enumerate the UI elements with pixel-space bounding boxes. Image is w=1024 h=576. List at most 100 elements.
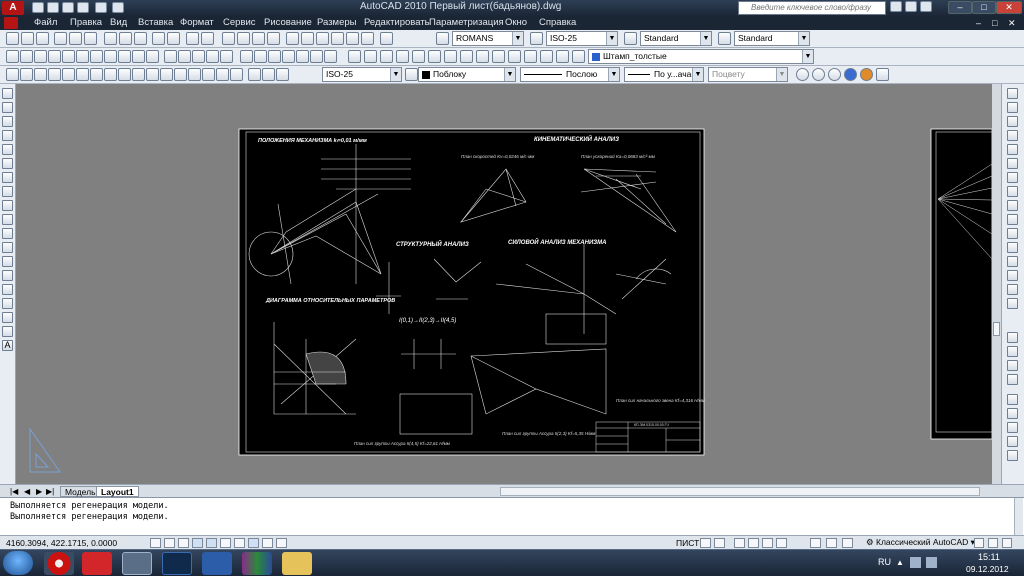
dim-style-icon[interactable] xyxy=(530,32,543,45)
block-icon[interactable] xyxy=(167,32,180,45)
layer-select[interactable]: Штамп_толстые ▼ xyxy=(588,49,814,64)
cut-icon[interactable] xyxy=(104,32,117,45)
lineweight-select[interactable]: По у...ачанию ▼ xyxy=(624,67,704,82)
autocad-task-icon[interactable] xyxy=(122,552,152,575)
dim-diameter-icon[interactable] xyxy=(90,68,103,81)
polygon-icon[interactable] xyxy=(34,50,47,63)
layer-props-icon[interactable] xyxy=(348,50,361,63)
polar-toggle-icon[interactable] xyxy=(192,538,203,548)
quick-view-drawings-icon[interactable] xyxy=(714,538,725,548)
hardware-accel-icon[interactable] xyxy=(988,538,998,548)
preview-icon[interactable] xyxy=(69,32,82,45)
table-icon[interactable] xyxy=(206,50,219,63)
visual-style-4-icon[interactable] xyxy=(844,68,857,81)
lwt-toggle-icon[interactable] xyxy=(262,538,273,548)
dim-aligned-icon[interactable] xyxy=(20,68,33,81)
steering-wheel-icon[interactable] xyxy=(762,538,773,548)
snap-toggle-icon[interactable] xyxy=(150,538,161,548)
v-xline-icon[interactable] xyxy=(2,102,13,113)
opera-icon[interactable] xyxy=(44,552,74,575)
r-snap-1-icon[interactable] xyxy=(1007,394,1018,405)
network-icon[interactable] xyxy=(910,557,921,568)
tab-nav-next-icon[interactable]: ▶ xyxy=(36,487,42,496)
v-hatch-icon[interactable] xyxy=(2,284,13,295)
markup-icon[interactable] xyxy=(346,32,359,45)
save-icon[interactable] xyxy=(36,32,49,45)
isolate-objects-icon[interactable] xyxy=(1002,538,1012,548)
r-break-icon[interactable] xyxy=(1007,242,1018,253)
visual-style-2-icon[interactable] xyxy=(812,68,825,81)
menu-item-format[interactable]: Формат xyxy=(180,17,214,28)
dim-style-select[interactable]: ISO-25 ▼ xyxy=(546,31,618,46)
line-icon[interactable] xyxy=(6,50,19,63)
polyline-icon[interactable] xyxy=(20,50,33,63)
vertical-scrollbar[interactable] xyxy=(992,84,1001,484)
dim-radius-icon[interactable] xyxy=(62,68,75,81)
v-block-icon[interactable] xyxy=(2,256,13,267)
r-snap-4-icon[interactable] xyxy=(1007,436,1018,447)
menu-item-view[interactable]: Вид xyxy=(110,17,127,28)
zoom-previous-icon[interactable] xyxy=(267,32,280,45)
layer-unlock-icon[interactable] xyxy=(572,50,585,63)
sheet-set-icon[interactable] xyxy=(331,32,344,45)
clock-time[interactable]: 15:11 xyxy=(978,552,1000,562)
redo-icon[interactable] xyxy=(112,2,124,13)
redo-tb-icon[interactable] xyxy=(201,32,214,45)
scroll-thumb[interactable] xyxy=(993,322,1000,336)
color-select[interactable]: Поблоку ▼ xyxy=(418,67,516,82)
v-insert-icon[interactable] xyxy=(2,242,13,253)
r-copy-icon[interactable] xyxy=(1007,102,1018,113)
layer-merge-icon[interactable] xyxy=(492,50,505,63)
r-stretch-icon[interactable] xyxy=(1007,200,1018,211)
v-table-icon[interactable] xyxy=(2,326,13,337)
menu-item-draw[interactable]: Рисование xyxy=(264,17,312,28)
volume-icon[interactable] xyxy=(926,557,937,568)
linetype-select[interactable]: Послою ▼ xyxy=(520,67,620,82)
maximize-button[interactable]: □ xyxy=(972,1,996,14)
ellipse-icon[interactable] xyxy=(118,50,131,63)
layer-isolate-icon[interactable] xyxy=(396,50,409,63)
menu-item-insert[interactable]: Вставка xyxy=(138,17,173,28)
osnap-toggle-icon[interactable] xyxy=(206,538,217,548)
menu-item-dimension[interactable]: Размеры xyxy=(317,17,356,28)
v-polygon-icon[interactable] xyxy=(2,130,13,141)
mleader-style-select[interactable]: Standard ▼ xyxy=(734,31,810,46)
quick-view-layouts-icon[interactable] xyxy=(700,538,711,548)
menu-item-help[interactable]: Справка xyxy=(539,17,576,28)
dim-break-icon[interactable] xyxy=(174,68,187,81)
dim-edit-icon[interactable] xyxy=(248,68,261,81)
r-explode-icon[interactable] xyxy=(1007,298,1018,309)
layer-current-icon[interactable] xyxy=(524,50,537,63)
v-polyline-icon[interactable] xyxy=(2,116,13,127)
v-circle-icon[interactable] xyxy=(2,172,13,183)
design-center-icon[interactable] xyxy=(301,32,314,45)
annotation-scale-icon[interactable] xyxy=(826,538,837,548)
horizontal-scrollbar[interactable] xyxy=(500,487,980,496)
pan-icon[interactable] xyxy=(222,32,235,45)
new-icon[interactable] xyxy=(6,32,19,45)
print-icon[interactable] xyxy=(77,2,89,13)
maximize-viewport-icon[interactable] xyxy=(810,538,821,548)
doc-restore-button[interactable]: □ xyxy=(992,18,1004,28)
v-mtext-icon[interactable]: A xyxy=(2,340,13,351)
menu-item-window[interactable]: Окно xyxy=(505,17,527,28)
tab-nav-first-icon[interactable]: |◀ xyxy=(10,487,18,496)
app-red-icon[interactable] xyxy=(82,552,112,575)
save-icon[interactable] xyxy=(62,2,74,13)
star-icon[interactable] xyxy=(905,1,917,12)
center-mark-icon[interactable] xyxy=(202,68,215,81)
layer-walk-icon[interactable] xyxy=(476,50,489,63)
tolerance-icon[interactable] xyxy=(188,68,201,81)
v-revcloud-icon[interactable] xyxy=(2,186,13,197)
tab-nav-prev-icon[interactable]: ◀ xyxy=(24,487,30,496)
dim-space-icon[interactable] xyxy=(160,68,173,81)
dim-arc-icon[interactable] xyxy=(34,68,47,81)
erase-icon[interactable] xyxy=(240,50,253,63)
plotstyle-select[interactable]: Поцвету ▼ xyxy=(708,67,788,82)
v-ellipse-icon[interactable] xyxy=(2,214,13,225)
table-style-select[interactable]: Standard ▼ xyxy=(640,31,712,46)
layer-delete-icon[interactable] xyxy=(508,50,521,63)
layer-prev-icon[interactable] xyxy=(380,50,393,63)
copy-icon[interactable] xyxy=(119,32,132,45)
search-input[interactable]: Введите ключевое слово/фразу xyxy=(738,1,886,15)
